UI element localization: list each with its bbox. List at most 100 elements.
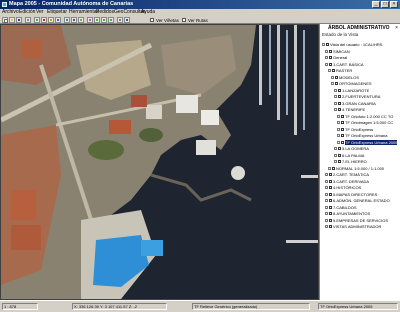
expand-icon[interactable] — [325, 199, 328, 202]
expand-icon[interactable] — [334, 160, 337, 163]
expand-icon[interactable] — [325, 225, 328, 228]
select-icon[interactable] — [78, 17, 84, 23]
expand-icon[interactable] — [325, 173, 328, 176]
ver-vinetas-checkbox[interactable]: Ver Viñetas — [150, 17, 179, 23]
layer-checkbox[interactable] — [329, 62, 332, 66]
map-view[interactable] — [0, 24, 319, 300]
search-icon[interactable] — [117, 17, 123, 23]
print-icon[interactable] — [25, 17, 31, 23]
layers-icon[interactable] — [87, 17, 93, 23]
expand-icon[interactable] — [337, 140, 340, 144]
expand-icon[interactable] — [328, 69, 331, 72]
menu-edicion[interactable]: Edición — [19, 10, 35, 15]
checkbox-box[interactable] — [150, 18, 154, 22]
tree-item[interactable]: 7.CABILDOS — [325, 205, 357, 210]
layer-checkbox[interactable] — [329, 179, 332, 183]
measure-icon[interactable] — [71, 17, 77, 23]
layer-checkbox[interactable] — [338, 88, 341, 92]
tree-item[interactable]: 3.GRAN CANARIA — [334, 101, 376, 106]
tree-item[interactable]: 6.ADMÓN. GENERAL ESTADO — [325, 198, 390, 203]
layer-checkbox[interactable] — [329, 199, 332, 202]
layer-checkbox[interactable] — [338, 153, 341, 157]
expand-icon[interactable] — [337, 114, 340, 118]
maximize-button[interactable]: □ — [381, 1, 389, 8]
expand-icon[interactable] — [334, 108, 337, 111]
tree-item[interactable]: TF OrtoExpress — [337, 127, 373, 132]
info-icon[interactable] — [64, 17, 70, 23]
expand-icon[interactable] — [337, 121, 340, 124]
expand-icon[interactable] — [325, 205, 328, 209]
layer-checkbox[interactable] — [329, 205, 332, 209]
tree-item[interactable]: 3.CART. DERIVADA — [325, 179, 369, 184]
tree-item[interactable]: 4.HISTÓRICOS — [325, 185, 361, 190]
refresh-icon[interactable] — [94, 17, 100, 23]
scale-field[interactable]: 1 : 878 — [2, 303, 38, 310]
tree-item[interactable]: ORTOIMAGENES — [331, 81, 372, 86]
layer-checkbox[interactable] — [341, 140, 344, 144]
tree-item[interactable]: 9.EMPRESAS DE SERVICIOS — [325, 218, 388, 223]
layer-checkbox[interactable] — [338, 101, 341, 105]
layer-checkbox[interactable] — [329, 225, 332, 228]
layer-checkbox[interactable] — [329, 218, 332, 222]
expand-icon[interactable] — [337, 127, 340, 131]
menu-ayuda[interactable]: Ayuda — [141, 10, 155, 15]
tree-item[interactable]: SIMICAN — [325, 49, 350, 54]
expand-icon[interactable] — [322, 43, 325, 46]
expand-icon[interactable] — [325, 212, 328, 215]
menu-etiquetar[interactable]: Etiquetar — [47, 10, 67, 15]
tree-item[interactable]: TF OrtoExpress Urbana 2005 — [337, 139, 398, 145]
tree-item[interactable]: 1.CART. BÁSICA — [325, 62, 364, 67]
layer-checkbox[interactable] — [341, 114, 344, 118]
layer-checkbox[interactable] — [332, 166, 335, 170]
forward-icon[interactable] — [108, 17, 114, 23]
zoom-in-icon[interactable] — [34, 17, 40, 23]
tree-item[interactable]: TF Ortoimagen 1:5.000 CC — [337, 120, 393, 125]
layer-checkbox[interactable] — [326, 43, 329, 46]
tree-item[interactable]: 5.LA GOMERA — [334, 146, 369, 151]
expand-icon[interactable] — [328, 166, 331, 170]
menu-pedidos[interactable]: Pedidos — [96, 10, 114, 15]
layer-checkbox[interactable] — [338, 147, 341, 150]
layer-checkbox[interactable] — [329, 212, 332, 215]
zoom-extent-icon[interactable] — [55, 17, 61, 23]
layer-checkbox[interactable] — [335, 82, 338, 85]
tree-item[interactable]: NORMAL 1:5.000 / 1:1.000 — [328, 166, 384, 171]
layer-checkbox[interactable] — [338, 108, 341, 111]
expand-icon[interactable] — [334, 88, 337, 92]
expand-icon[interactable] — [331, 75, 334, 79]
minimize-button[interactable]: _ — [372, 1, 380, 8]
back-icon[interactable] — [101, 17, 107, 23]
new-icon[interactable] — [2, 17, 8, 23]
expand-icon[interactable] — [331, 82, 334, 85]
tree-item[interactable]: 8.AYUNTAMIENTOS — [325, 211, 370, 216]
expand-icon[interactable] — [325, 49, 328, 53]
tree-item[interactable]: TF Ortofoto 1:2.000 CC TO — [337, 114, 393, 119]
tree-item[interactable]: MODELOS — [331, 75, 359, 80]
tree-item[interactable]: 4.TENERIFE — [334, 107, 365, 112]
layer-checkbox[interactable] — [341, 134, 344, 137]
layer-checkbox[interactable] — [332, 69, 335, 72]
menu-herramientas[interactable]: Herramientas — [69, 10, 99, 15]
tree-item[interactable]: VISTAS ADMINISTRADOR — [325, 224, 381, 229]
tree-item[interactable]: Vista del usuario : 1CAL/HRS — [322, 42, 382, 47]
expand-icon[interactable] — [325, 179, 328, 183]
layer-checkbox[interactable] — [341, 121, 344, 124]
tree-item[interactable]: 2.CART. TEMÁTICA — [325, 172, 369, 177]
layer-checkbox[interactable] — [329, 173, 332, 176]
close-button[interactable]: × — [390, 1, 398, 8]
close-icon[interactable]: × — [395, 25, 398, 31]
expand-icon[interactable] — [334, 101, 337, 105]
expand-icon[interactable] — [334, 95, 337, 98]
layer-checkbox[interactable] — [335, 75, 338, 79]
layer-checkbox[interactable] — [329, 49, 332, 53]
menu-ver[interactable]: Ver — [36, 10, 44, 15]
expand-icon[interactable] — [334, 147, 337, 150]
open-icon[interactable] — [9, 17, 15, 23]
layer-checkbox[interactable] — [338, 95, 341, 98]
layer-checkbox[interactable] — [338, 160, 341, 163]
help-icon[interactable] — [124, 17, 130, 23]
expand-icon[interactable] — [325, 192, 328, 196]
expand-icon[interactable] — [325, 62, 328, 66]
tree-item[interactable]: TF OrtoExpress Urbana — [337, 133, 387, 138]
menu-archivo[interactable]: Archivo — [2, 10, 19, 15]
